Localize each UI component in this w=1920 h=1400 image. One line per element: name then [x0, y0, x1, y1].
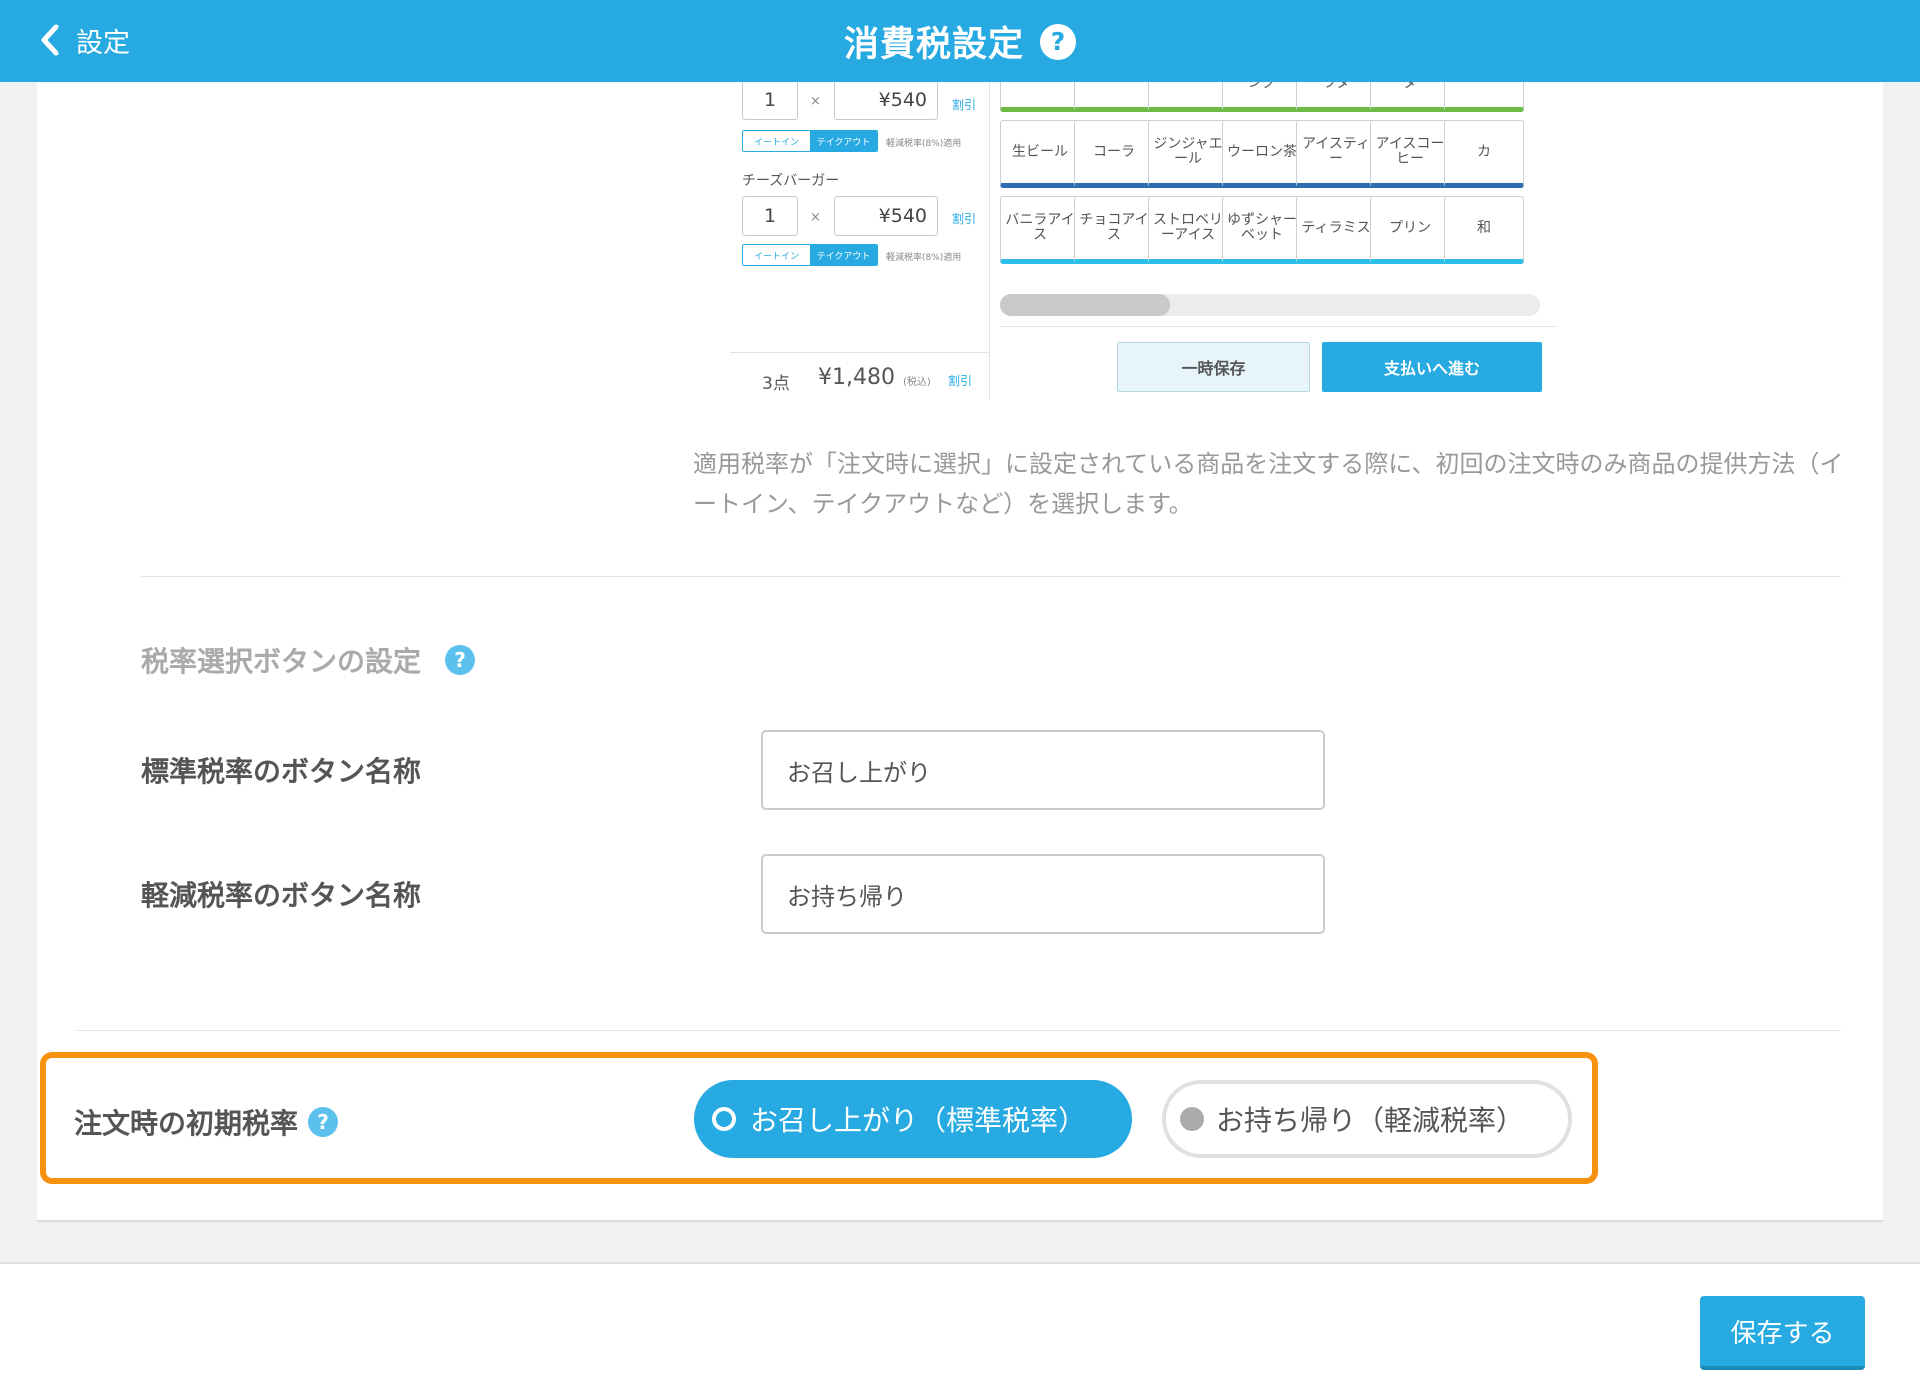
take-out-option-label: お持ち帰り（軽減税率）	[1216, 1104, 1525, 1137]
preview-scrollbar	[1000, 294, 1540, 316]
preview-product-tile: ポテトL	[1148, 82, 1228, 112]
radio-unselected-icon	[1180, 1107, 1204, 1131]
initial-tax-rate-row: 注文時の初期税率 ? お召し上がり（標準税率） お持ち帰り（軽減税率）	[40, 1052, 1598, 1184]
preview-product-tile: プリン	[1370, 196, 1450, 264]
preview-item-name: チーズバーガー	[742, 173, 840, 189]
preview-total-price: ¥1,480	[818, 365, 895, 390]
section-title-text: 税率選択ボタンの設定	[141, 645, 422, 678]
preview-product-tile: 海	[1444, 82, 1524, 112]
preview-product-tile: カ	[1444, 120, 1524, 188]
title-area: 消費税設定 ?	[0, 16, 1920, 67]
preview-total-tax: (税込)	[903, 377, 931, 388]
preview-order-list: 1 × ¥540 割引 イートイン テイクアウト 軽減税率(8%)適用 チーズバ…	[730, 82, 990, 400]
initial-tax-rate-label: 注文時の初期税率 ?	[74, 1102, 339, 1142]
preview-total: 3点 ¥1,480 (税込) 割引	[730, 352, 990, 400]
preview-times: ×	[810, 210, 821, 225]
preview-product-tile: アイスコーヒー	[1370, 120, 1450, 188]
preview-product-tile: チョコアイス	[1074, 196, 1154, 264]
preview-take-out: テイクアウト	[810, 245, 877, 265]
preview-eat-in: イートイン	[743, 245, 810, 265]
header-bar: 設定 消費税設定 ?	[0, 0, 1920, 82]
initial-tax-rate-text: 注文時の初期税率	[74, 1107, 299, 1140]
preview-discount: 割引	[952, 212, 977, 226]
preview-product-tile: バニラアイス	[1000, 196, 1080, 264]
preview-product-tile: ポテトS	[1000, 82, 1080, 112]
reduced-button-name-input[interactable]	[761, 854, 1325, 934]
preview-total-discount: 割引	[948, 374, 973, 388]
preview-product-tile: ウーロン茶	[1222, 120, 1302, 188]
reduced-button-name-label: 軽減税率のボタン名称	[141, 879, 422, 912]
section-title: 税率選択ボタンの設定 ?	[141, 640, 476, 680]
preview-total-count: 3点	[762, 374, 790, 394]
preview-price: ¥540	[834, 82, 938, 120]
description-text: 適用税率が「注文時に選択」に設定されている商品を注文する際に、初回の注文時のみ商…	[693, 450, 1844, 518]
order-screen-preview: 1 × ¥540 割引 イートイン テイクアウト 軽減税率(8%)適用 チーズバ…	[730, 82, 1557, 400]
preview-discount: 割引	[952, 98, 977, 112]
preview-qty: 1	[742, 82, 798, 120]
standard-button-name-label: 標準税率のボタン名称	[141, 755, 422, 788]
preview-take-out: テイクアウト	[810, 131, 877, 151]
preview-tax-toggle: イートイン テイクアウト	[742, 244, 878, 266]
help-icon[interactable]: ?	[308, 1107, 339, 1137]
radio-selected-icon	[712, 1107, 736, 1131]
preview-product-tile: ポテトM	[1074, 82, 1154, 112]
preview-product-tile: コーラ	[1074, 120, 1154, 188]
section-divider	[76, 1030, 1841, 1031]
preview-note: 軽減税率(8%)適用	[886, 139, 962, 149]
eat-in-option-label: お召し上がり（標準税率）	[750, 1104, 1087, 1137]
settings-card: 1 × ¥540 割引 イートイン テイクアウト 軽減税率(8%)適用 チーズバ…	[37, 82, 1883, 1222]
take-out-option-button[interactable]: お持ち帰り（軽減税率）	[1162, 1080, 1572, 1158]
preview-note: 軽減税率(8%)適用	[886, 253, 962, 263]
preview-hold-button: 一時保存	[1117, 342, 1310, 392]
preview-tax-toggle: イートイン テイクアウト	[742, 130, 878, 152]
preview-product-tile: アイスティー	[1296, 120, 1376, 188]
preview-product-tile: シーザーサラダ	[1296, 82, 1376, 112]
preview-pay-button: 支払いへ進む	[1322, 342, 1542, 392]
eat-in-option-button[interactable]: お召し上がり（標準税率）	[694, 1080, 1132, 1158]
preview-product-tile: 和	[1444, 196, 1524, 264]
help-icon[interactable]: ?	[445, 645, 476, 675]
help-icon[interactable]: ?	[1040, 23, 1076, 60]
preview-product-tile: オニオンリング	[1222, 82, 1302, 112]
preview-divider	[1000, 326, 1557, 327]
preview-product-tile: ポテトサラダ	[1370, 82, 1450, 112]
section-divider	[141, 576, 1841, 577]
preview-product-tile: ストロベリーアイス	[1148, 196, 1228, 264]
footer-bar: 保存する	[0, 1262, 1920, 1400]
preview-scroll-thumb	[1000, 294, 1170, 316]
preview-product-tile: 生ビール	[1000, 120, 1080, 188]
standard-button-name-input[interactable]	[761, 730, 1325, 810]
preview-product-tile: ゆずシャーベット	[1222, 196, 1302, 264]
page-title: 消費税設定	[843, 25, 1024, 65]
save-button[interactable]: 保存する	[1700, 1296, 1865, 1370]
preview-product-tile: ティラミス	[1296, 196, 1376, 264]
preview-eat-in: イートイン	[743, 131, 810, 151]
preview-qty: 1	[742, 196, 798, 236]
preview-times: ×	[810, 94, 821, 109]
preview-product-tile: ジンジャエール	[1148, 120, 1228, 188]
preview-price: ¥540	[834, 196, 938, 236]
